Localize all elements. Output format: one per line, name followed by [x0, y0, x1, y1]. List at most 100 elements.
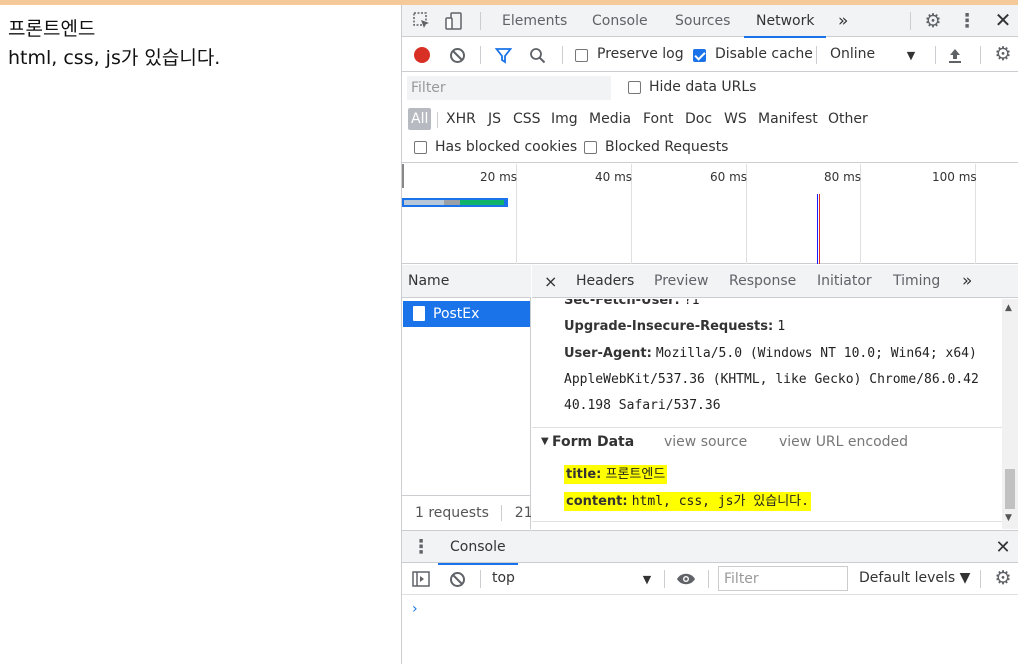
more-detail-tabs-icon[interactable]: » — [962, 265, 972, 298]
form-field-key: title: — [566, 467, 602, 482]
tab-elements[interactable]: Elements — [502, 5, 567, 37]
filter-row: Hide data URLs — [402, 73, 1018, 104]
type-other[interactable]: Other — [828, 108, 868, 130]
timeline-tick-label: 60 ms — [710, 170, 748, 184]
triangle-down-icon[interactable]: ▼ — [541, 436, 549, 447]
import-har-icon[interactable] — [946, 46, 964, 64]
divider — [664, 570, 665, 588]
tab-initiator[interactable]: Initiator — [817, 265, 872, 298]
tab-headers[interactable]: Headers — [576, 265, 634, 298]
document-icon — [413, 306, 425, 321]
blocked-requests-checkbox[interactable] — [584, 141, 597, 154]
type-all[interactable]: All — [408, 108, 432, 130]
settings-gear-icon[interactable]: ⚙ — [923, 10, 943, 32]
scroll-up-arrow-icon[interactable]: ▲ — [1005, 303, 1012, 313]
device-toolbar-icon[interactable] — [444, 11, 464, 31]
network-toolbar: Preserve log Disable cache Online ▼ ⚙ — [402, 38, 1018, 72]
detail-scrollbar[interactable]: ▲ ▼ — [1002, 299, 1018, 529]
timeline-request-bar-green — [460, 200, 504, 205]
load-event-line — [819, 194, 820, 264]
form-data-row: title: 프론트엔드 — [564, 463, 668, 484]
more-tabs-icon[interactable]: » — [838, 5, 848, 37]
sidebar-toggle-icon[interactable] — [412, 570, 430, 588]
hide-data-urls-checkbox[interactable] — [628, 81, 641, 94]
has-blocked-cookies-checkbox[interactable] — [414, 141, 427, 154]
view-source-link[interactable]: view source — [664, 434, 747, 450]
transfer-size: 216 — [514, 505, 531, 521]
page-text-line2: html, css, js가 있습니다. — [8, 47, 221, 69]
disable-cache-checkbox[interactable] — [693, 49, 706, 62]
chevron-down-icon[interactable]: ▼ — [640, 571, 654, 587]
blocked-requests-label[interactable]: Blocked Requests — [605, 139, 728, 155]
timeline-tick-label: 40 ms — [595, 170, 633, 184]
tab-sources[interactable]: Sources — [675, 5, 730, 37]
divider — [480, 46, 481, 64]
tab-response[interactable]: Response — [729, 265, 796, 298]
header-key: Sec-Fetch-User: — [564, 299, 680, 308]
tab-console[interactable]: Console — [592, 5, 648, 37]
console-filter-input[interactable] — [718, 566, 848, 591]
clear-icon[interactable] — [448, 46, 466, 64]
clear-console-icon[interactable] — [448, 570, 466, 588]
filter-input[interactable] — [407, 76, 611, 100]
has-blocked-cookies-label[interactable]: Has blocked cookies — [435, 139, 577, 155]
request-count: 1 requests — [415, 505, 489, 521]
close-drawer-icon[interactable]: ✕ — [994, 537, 1012, 558]
tab-timing[interactable]: Timing — [893, 265, 940, 298]
type-font[interactable]: Font — [643, 108, 673, 130]
divider — [935, 46, 936, 64]
chevron-down-icon[interactable]: ▼ — [904, 47, 918, 63]
devtools-panel: Elements Console Sources Network » ⚙ ⋮ ✕… — [401, 5, 1018, 664]
eye-icon[interactable] — [676, 570, 696, 588]
timeline-overview[interactable]: 20 ms 40 ms 60 ms 80 ms 100 ms — [402, 164, 1018, 264]
timeline-tick-label: 80 ms — [824, 170, 862, 184]
divider — [816, 46, 817, 64]
type-ws[interactable]: WS — [724, 108, 747, 130]
type-css[interactable]: CSS — [513, 108, 541, 130]
tab-network[interactable]: Network — [743, 5, 828, 38]
type-xhr[interactable]: XHR — [446, 108, 476, 130]
console-settings-gear-icon[interactable]: ⚙ — [993, 567, 1013, 589]
drawer-menu-icon[interactable]: ⋮ — [412, 536, 431, 558]
view-url-encoded-link[interactable]: view URL encoded — [779, 434, 908, 450]
type-img[interactable]: Img — [551, 108, 578, 130]
record-icon[interactable] — [414, 47, 430, 63]
form-data-row: content: html, css, js가 있습니다. — [564, 490, 811, 511]
hide-data-urls-label[interactable]: Hide data URLs — [649, 79, 756, 95]
drawer-tab-console[interactable]: Console — [438, 531, 518, 565]
console-prompt-icon[interactable]: › — [412, 601, 418, 617]
type-media[interactable]: Media — [589, 108, 631, 130]
inspect-element-icon[interactable] — [412, 11, 432, 31]
type-doc[interactable]: Doc — [685, 108, 712, 130]
log-levels-select[interactable]: Default levels ▼ — [859, 570, 970, 586]
header-value-continued: AppleWebKit/537.36 (KHTML, like Gecko) C… — [564, 372, 979, 387]
search-icon[interactable] — [528, 46, 546, 64]
form-field-key: content: — [566, 494, 628, 509]
request-row-postex[interactable]: PostEx — [403, 301, 530, 327]
tab-preview[interactable]: Preview — [654, 265, 709, 298]
close-devtools-icon[interactable]: ✕ — [994, 8, 1012, 32]
page-content: 프론트엔드 html, css, js가 있습니다. — [0, 5, 401, 664]
kebab-menu-icon[interactable]: ⋮ — [958, 10, 977, 32]
scrollbar-thumb[interactable] — [1005, 469, 1015, 509]
scroll-down-arrow-icon[interactable]: ▼ — [1005, 513, 1012, 523]
name-column-header[interactable]: Name — [402, 265, 531, 298]
disable-cache-label[interactable]: Disable cache — [715, 46, 813, 62]
filter-funnel-icon[interactable] — [494, 46, 512, 64]
console-drawer-header: ⋮ Console ✕ — [402, 530, 1018, 565]
preserve-log-label[interactable]: Preserve log — [597, 46, 684, 62]
close-detail-icon[interactable]: × — [544, 265, 557, 298]
network-settings-gear-icon[interactable]: ⚙ — [993, 43, 1013, 65]
context-select[interactable]: top — [492, 570, 515, 586]
request-status-bar: 1 requests 216 — [402, 495, 531, 529]
form-field-value: html, css, js가 있습니다. — [631, 494, 809, 509]
divider — [437, 112, 438, 128]
preserve-log-checkbox[interactable] — [575, 49, 588, 62]
divider — [910, 12, 911, 30]
type-js[interactable]: JS — [488, 108, 501, 130]
timeline-start-marker — [402, 164, 404, 188]
dom-content-loaded-line — [817, 194, 818, 264]
form-data-section-header[interactable]: ▼ Form Data view source view URL encoded — [532, 427, 1002, 459]
type-manifest[interactable]: Manifest — [758, 108, 818, 130]
throttle-select[interactable]: Online — [830, 46, 875, 62]
